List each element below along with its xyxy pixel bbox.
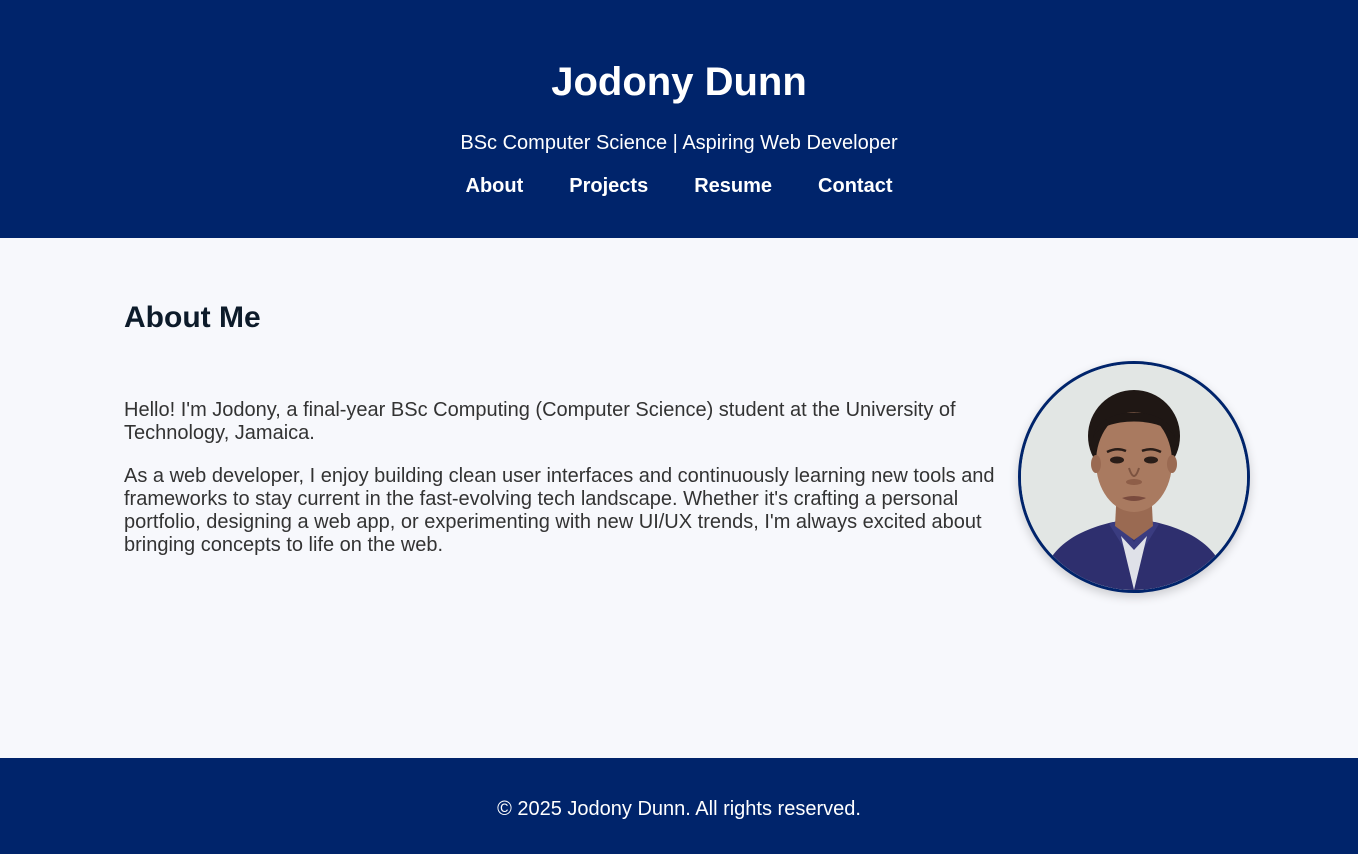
nav-link-about[interactable]: About: [466, 174, 524, 198]
about-text: Hello! I'm Jodony, a final-year BSc Comp…: [124, 399, 1004, 577]
site-header: Jodony Dunn BSc Computer Science | Aspir…: [0, 0, 1358, 238]
profile-photo: [1018, 361, 1250, 593]
about-paragraph-intro: Hello! I'm Jodony, a final-year BSc Comp…: [124, 399, 956, 444]
about-heading: About Me: [124, 301, 261, 334]
nav-link-projects[interactable]: Projects: [569, 174, 648, 198]
site-title: Jodony Dunn: [551, 60, 807, 104]
footer-copyright: © 2025 Jodony Dunn. All rights reserved.: [497, 798, 861, 820]
about-paragraph-detail: As a web developer, I enjoy building cle…: [124, 465, 995, 556]
profile-portrait-image: [1021, 364, 1247, 590]
site-subtitle: BSc Computer Science | Aspiring Web Deve…: [460, 132, 898, 154]
nav-link-contact[interactable]: Contact: [818, 174, 892, 198]
main-nav: About Projects Resume Contact: [0, 174, 1358, 198]
nav-link-resume[interactable]: Resume: [694, 174, 772, 198]
